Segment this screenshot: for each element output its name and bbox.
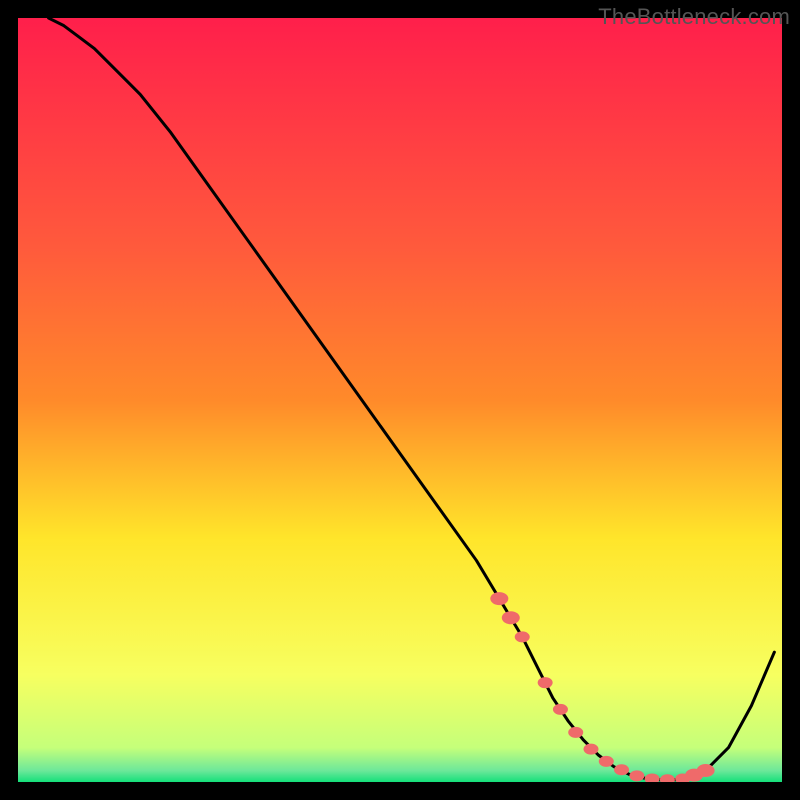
marker-point xyxy=(584,744,599,755)
marker-point xyxy=(568,727,583,738)
marker-point xyxy=(515,631,530,642)
marker-point xyxy=(629,770,644,781)
marker-point xyxy=(502,611,520,624)
marker-point xyxy=(697,764,715,777)
marker-point xyxy=(538,677,553,688)
marker-point xyxy=(553,704,568,715)
chart-frame: TheBottleneck.com xyxy=(0,0,800,800)
marker-point xyxy=(614,764,629,775)
chart-svg xyxy=(18,18,782,782)
marker-point xyxy=(490,592,508,605)
gradient-background xyxy=(18,18,782,782)
plot-area xyxy=(18,18,782,782)
watermark-text: TheBottleneck.com xyxy=(598,4,790,30)
marker-point xyxy=(599,756,614,767)
